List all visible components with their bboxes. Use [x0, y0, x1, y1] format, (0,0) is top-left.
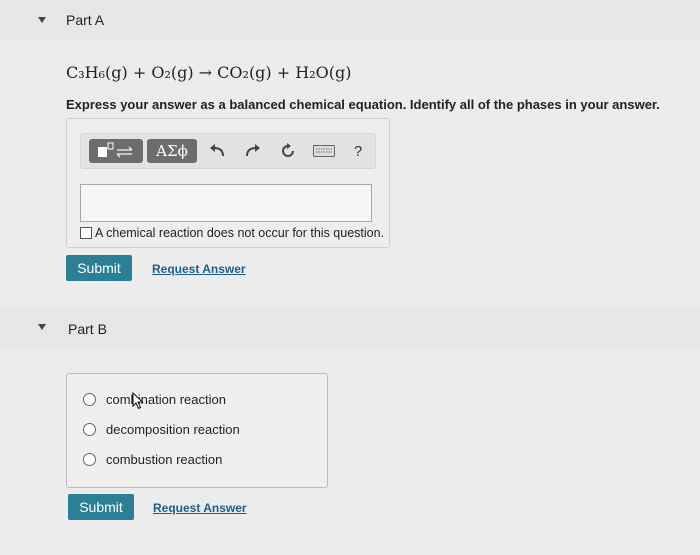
- instruction-text: Express your answer as a balanced chemic…: [66, 97, 660, 112]
- part-b-title: Part B: [68, 321, 107, 337]
- option-combination[interactable]: combination reaction: [83, 392, 226, 407]
- template-button[interactable]: [89, 139, 143, 163]
- problem-page: Part A C₃H₆(g) + O₂(g) → CO₂(g) + H₂O(g)…: [0, 0, 700, 555]
- math-toolbar: ΑΣϕ ?: [80, 133, 376, 169]
- option-label: decomposition reaction: [106, 422, 240, 437]
- part-a-header[interactable]: Part A: [0, 0, 700, 40]
- no-reaction-option[interactable]: A chemical reaction does not occur for t…: [80, 226, 384, 240]
- option-label: combustion reaction: [106, 452, 223, 467]
- part-b-request-answer-link[interactable]: Request Answer: [153, 501, 247, 515]
- help-button[interactable]: ?: [347, 139, 369, 163]
- part-b-submit-button[interactable]: Submit: [68, 494, 134, 520]
- radio-button[interactable]: [83, 423, 96, 436]
- redo-icon: [246, 144, 260, 157]
- part-b-header[interactable]: Part B: [0, 308, 700, 348]
- radio-button[interactable]: [83, 393, 96, 406]
- option-decomposition[interactable]: decomposition reaction: [83, 422, 240, 437]
- reaction-type-options: combination reaction decomposition react…: [66, 373, 328, 488]
- no-reaction-label: A chemical reaction does not occur for t…: [95, 226, 385, 240]
- part-a-submit-button[interactable]: Submit: [66, 255, 132, 281]
- reset-button[interactable]: [277, 139, 299, 163]
- template-icon: [98, 142, 133, 158]
- reaction-equation: C₃H₆(g) + O₂(g) → CO₂(g) + H₂O(g): [66, 63, 352, 82]
- keyboard-icon: [313, 145, 335, 157]
- reset-icon: [282, 143, 294, 157]
- redo-button[interactable]: [241, 139, 263, 163]
- collapse-caret-icon[interactable]: [38, 17, 46, 23]
- mouse-pointer-icon: [132, 392, 144, 410]
- answer-input[interactable]: [80, 184, 372, 222]
- option-label: combination reaction: [106, 392, 226, 407]
- undo-button[interactable]: [207, 139, 229, 163]
- option-combustion[interactable]: combustion reaction: [83, 452, 222, 467]
- keyboard-button[interactable]: [311, 139, 337, 163]
- part-a-request-answer-link[interactable]: Request Answer: [152, 262, 246, 276]
- answer-editor: ΑΣϕ ? A chemical reaction does not occur…: [66, 118, 390, 248]
- radio-button[interactable]: [83, 453, 96, 466]
- greek-symbols-button[interactable]: ΑΣϕ: [147, 139, 197, 163]
- undo-icon: [210, 144, 224, 157]
- part-a-title: Part A: [66, 12, 105, 28]
- collapse-caret-icon[interactable]: [38, 324, 46, 330]
- no-reaction-checkbox[interactable]: [80, 227, 92, 239]
